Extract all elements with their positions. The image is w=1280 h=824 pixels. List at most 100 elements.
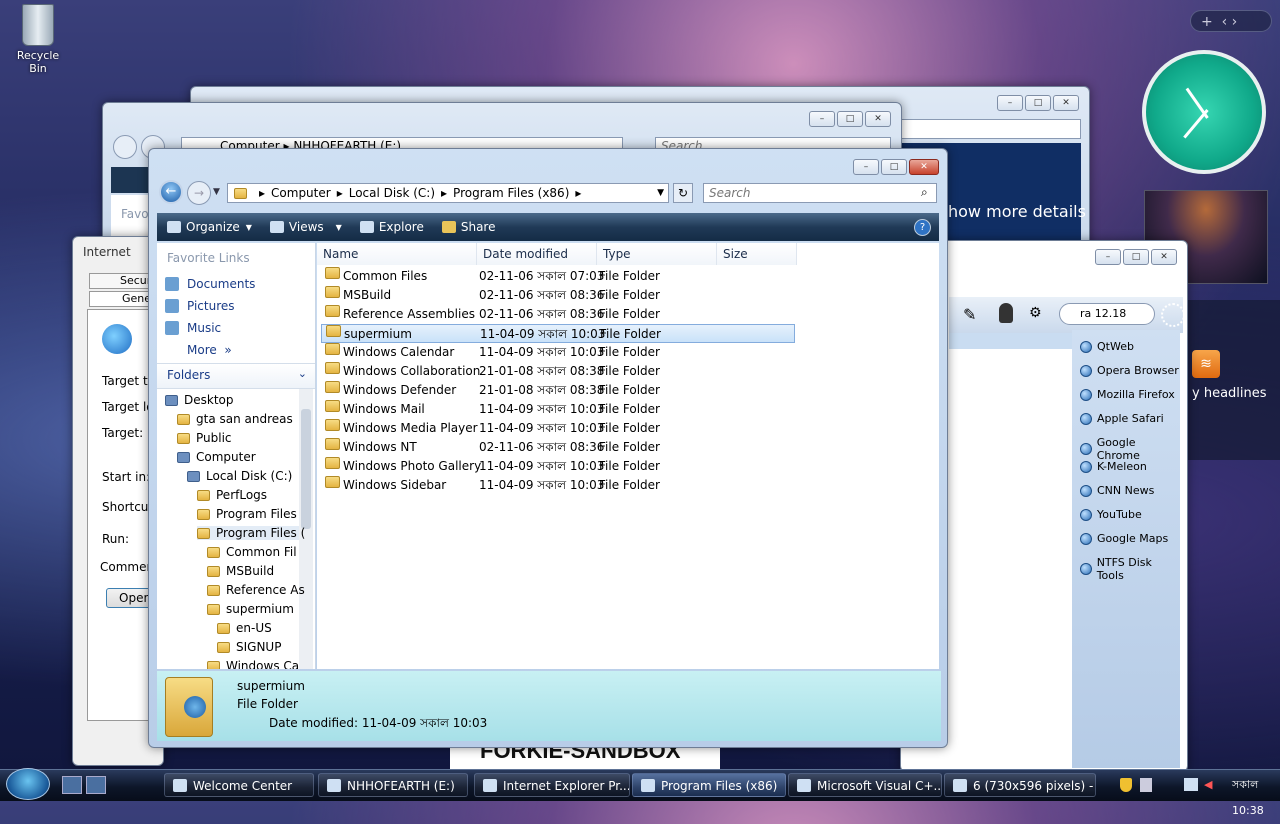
bookmark-item[interactable]: Apple Safari xyxy=(1080,412,1164,425)
bookmark-item[interactable]: CNN News xyxy=(1080,484,1154,497)
program-files-explorer-window[interactable]: – □ ✕ ← → ▼ ▸ Computer ▸ Local Disk (C:)… xyxy=(148,148,948,748)
tree-item[interactable]: gta san andreas xyxy=(177,412,293,426)
minimize-button[interactable]: – xyxy=(809,111,835,127)
folders-header[interactable]: Folders ⌄ xyxy=(157,363,315,389)
close-button[interactable]: ✕ xyxy=(1053,95,1079,111)
forward-button[interactable]: → xyxy=(187,181,211,205)
bookmark-item[interactable]: QtWeb xyxy=(1080,340,1134,353)
minimize-button[interactable]: – xyxy=(1095,249,1121,265)
maximize-button[interactable]: □ xyxy=(837,111,863,127)
column-name[interactable]: Name xyxy=(317,243,477,265)
table-row[interactable]: Windows Sidebar 11-04-09 সকাল 10:03 File F… xyxy=(321,476,795,495)
taskbar-button[interactable]: Microsoft Visual C+... xyxy=(788,773,942,797)
taskbar-button[interactable]: Welcome Center xyxy=(164,773,314,797)
sidebar-add-gadget-button[interactable]: + ‹ › xyxy=(1190,10,1272,32)
show-more-details-link[interactable]: how more details xyxy=(948,202,1088,221)
volume-icon[interactable]: ◀ xyxy=(1204,772,1212,798)
refresh-icon[interactable]: ↻ xyxy=(673,183,693,203)
address-bar[interactable]: ▸ Computer ▸ Local Disk (C:) ▸ Program F… xyxy=(227,183,669,203)
share-button[interactable]: Share xyxy=(441,220,495,234)
close-button[interactable]: ✕ xyxy=(865,111,891,127)
tree-item[interactable]: Desktop xyxy=(165,393,234,407)
crumb-local-disk[interactable]: Local Disk (C:) xyxy=(349,186,435,200)
start-button[interactable] xyxy=(6,768,50,800)
organize-button[interactable]: Organize ▼ xyxy=(167,220,252,234)
maximize-button[interactable]: □ xyxy=(1025,95,1051,111)
maximize-button[interactable]: □ xyxy=(1123,249,1149,265)
taskbar-button[interactable]: 6 (730x596 pixels) - ... xyxy=(944,773,1096,797)
column-date-modified[interactable]: Date modified xyxy=(477,243,597,265)
link-pictures[interactable]: Pictures xyxy=(165,299,235,313)
table-row[interactable]: Windows Collaboration 21-01-08 সকাল 08:38… xyxy=(321,362,795,381)
table-row[interactable]: Common Files 02-11-06 সকাল 07:03 File Fold… xyxy=(321,267,795,286)
help-icon[interactable]: ? xyxy=(914,218,931,236)
bookmark-item[interactable]: NTFS Disk Tools xyxy=(1080,556,1180,582)
search-input[interactable]: Search xyxy=(703,183,937,203)
tree-item[interactable]: Local Disk (C:) xyxy=(187,469,292,483)
wand-icon[interactable]: ✎ xyxy=(963,305,976,324)
user-icon[interactable] xyxy=(999,303,1013,323)
back-button[interactable]: ← xyxy=(159,180,183,204)
table-row[interactable]: Windows Defender 21-01-08 সকাল 08:38 File … xyxy=(321,381,795,400)
search-icon[interactable]: ⌕ xyxy=(921,185,928,200)
taskbar-button[interactable]: Program Files (x86) xyxy=(632,773,786,797)
table-row[interactable]: Windows Media Player 11-04-09 সকাল 10:03 F… xyxy=(321,419,795,438)
recycle-bin-icon[interactable]: Recycle Bin xyxy=(8,4,68,75)
tree-item-label: en-US xyxy=(236,621,272,635)
minimize-button[interactable]: – xyxy=(853,159,879,175)
bookmark-item[interactable]: Opera Browser xyxy=(1080,364,1179,377)
close-button[interactable]: ✕ xyxy=(1151,249,1177,265)
table-row[interactable]: Windows Mail 11-04-09 সকাল 10:03 File Fold… xyxy=(321,400,795,419)
maximize-button[interactable]: □ xyxy=(881,159,907,175)
bookmark-item[interactable]: K-Meleon xyxy=(1080,460,1147,473)
minimize-button[interactable]: – xyxy=(997,95,1023,111)
bookmark-item[interactable]: Mozilla Firefox xyxy=(1080,388,1175,401)
table-row[interactable]: Windows Calendar 11-04-09 সকাল 10:03 File … xyxy=(321,343,795,362)
tree-item[interactable]: Computer xyxy=(177,450,256,464)
back-button[interactable] xyxy=(113,135,137,159)
tree-item[interactable]: Reference As xyxy=(207,583,305,597)
tree-item[interactable]: Common Fil xyxy=(207,545,297,559)
security-icon[interactable] xyxy=(1120,778,1132,792)
tree-item[interactable]: en-US xyxy=(217,621,272,635)
switch-windows-icon[interactable] xyxy=(86,776,106,794)
close-button[interactable]: ✕ xyxy=(909,159,939,175)
clock[interactable]: সকাল 10:38 xyxy=(1232,772,1280,824)
bookmark-item[interactable]: Google Maps xyxy=(1080,532,1168,545)
tree-item[interactable]: Windows Ca xyxy=(207,659,299,669)
link-documents[interactable]: Documents xyxy=(165,277,255,291)
network-icon[interactable] xyxy=(1184,778,1198,791)
table-row[interactable]: Windows Photo Gallery 11-04-09 সকাল 10:03… xyxy=(321,457,795,476)
safely-remove-icon[interactable] xyxy=(1140,778,1152,792)
bookmark-item[interactable]: Google Chrome xyxy=(1080,436,1180,462)
crumb-program-files-x86[interactable]: Program Files (x86) xyxy=(453,186,569,200)
views-button[interactable]: Views ▼ xyxy=(269,220,342,234)
taskbar-button[interactable]: NHHOFEARTH (E:) xyxy=(318,773,468,797)
table-row[interactable]: Windows NT 02-11-06 সকাল 08:36 File Folder xyxy=(321,438,795,457)
table-row[interactable]: MSBuild 02-11-06 সকাল 08:36 File Folder xyxy=(321,286,795,305)
feed-headlines-gadget: ≋ y headlines xyxy=(1186,300,1280,460)
table-row[interactable]: Reference Assemblies 02-11-06 সকাল 08:36 F… xyxy=(321,305,795,324)
tree-item[interactable]: MSBuild xyxy=(207,564,274,578)
tree-item[interactable]: Program Files xyxy=(197,507,297,521)
taskbar-button[interactable]: Internet Explorer Pr... xyxy=(474,773,630,797)
gear-icon[interactable]: ⚙ xyxy=(1029,305,1042,321)
crumb-computer[interactable]: Computer xyxy=(271,186,331,200)
table-row[interactable]: supermium 11-04-09 সকাল 10:03 File Folder xyxy=(321,324,795,343)
more-links[interactable]: More » xyxy=(187,343,232,357)
tree-item[interactable]: supermium xyxy=(207,602,294,616)
address-dropdown-icon[interactable]: ▼ xyxy=(657,188,664,198)
column-size[interactable]: Size xyxy=(717,243,797,265)
tree-item[interactable]: SIGNUP xyxy=(217,640,281,654)
bookmark-item[interactable]: YouTube xyxy=(1080,508,1142,521)
globe-icon xyxy=(1080,412,1092,425)
column-type[interactable]: Type xyxy=(597,243,717,265)
tree-item[interactable]: Public xyxy=(177,431,232,445)
tree-item[interactable]: PerfLogs xyxy=(197,488,267,502)
recent-pages-dropdown[interactable]: ▼ xyxy=(213,187,220,197)
browser-search-input[interactable]: ra 12.18 xyxy=(1059,303,1155,325)
link-music[interactable]: Music xyxy=(165,321,221,335)
tree-item[interactable]: Program Files ( xyxy=(197,526,305,540)
explore-button[interactable]: Explore xyxy=(359,220,424,234)
show-desktop-icon[interactable] xyxy=(62,776,82,794)
